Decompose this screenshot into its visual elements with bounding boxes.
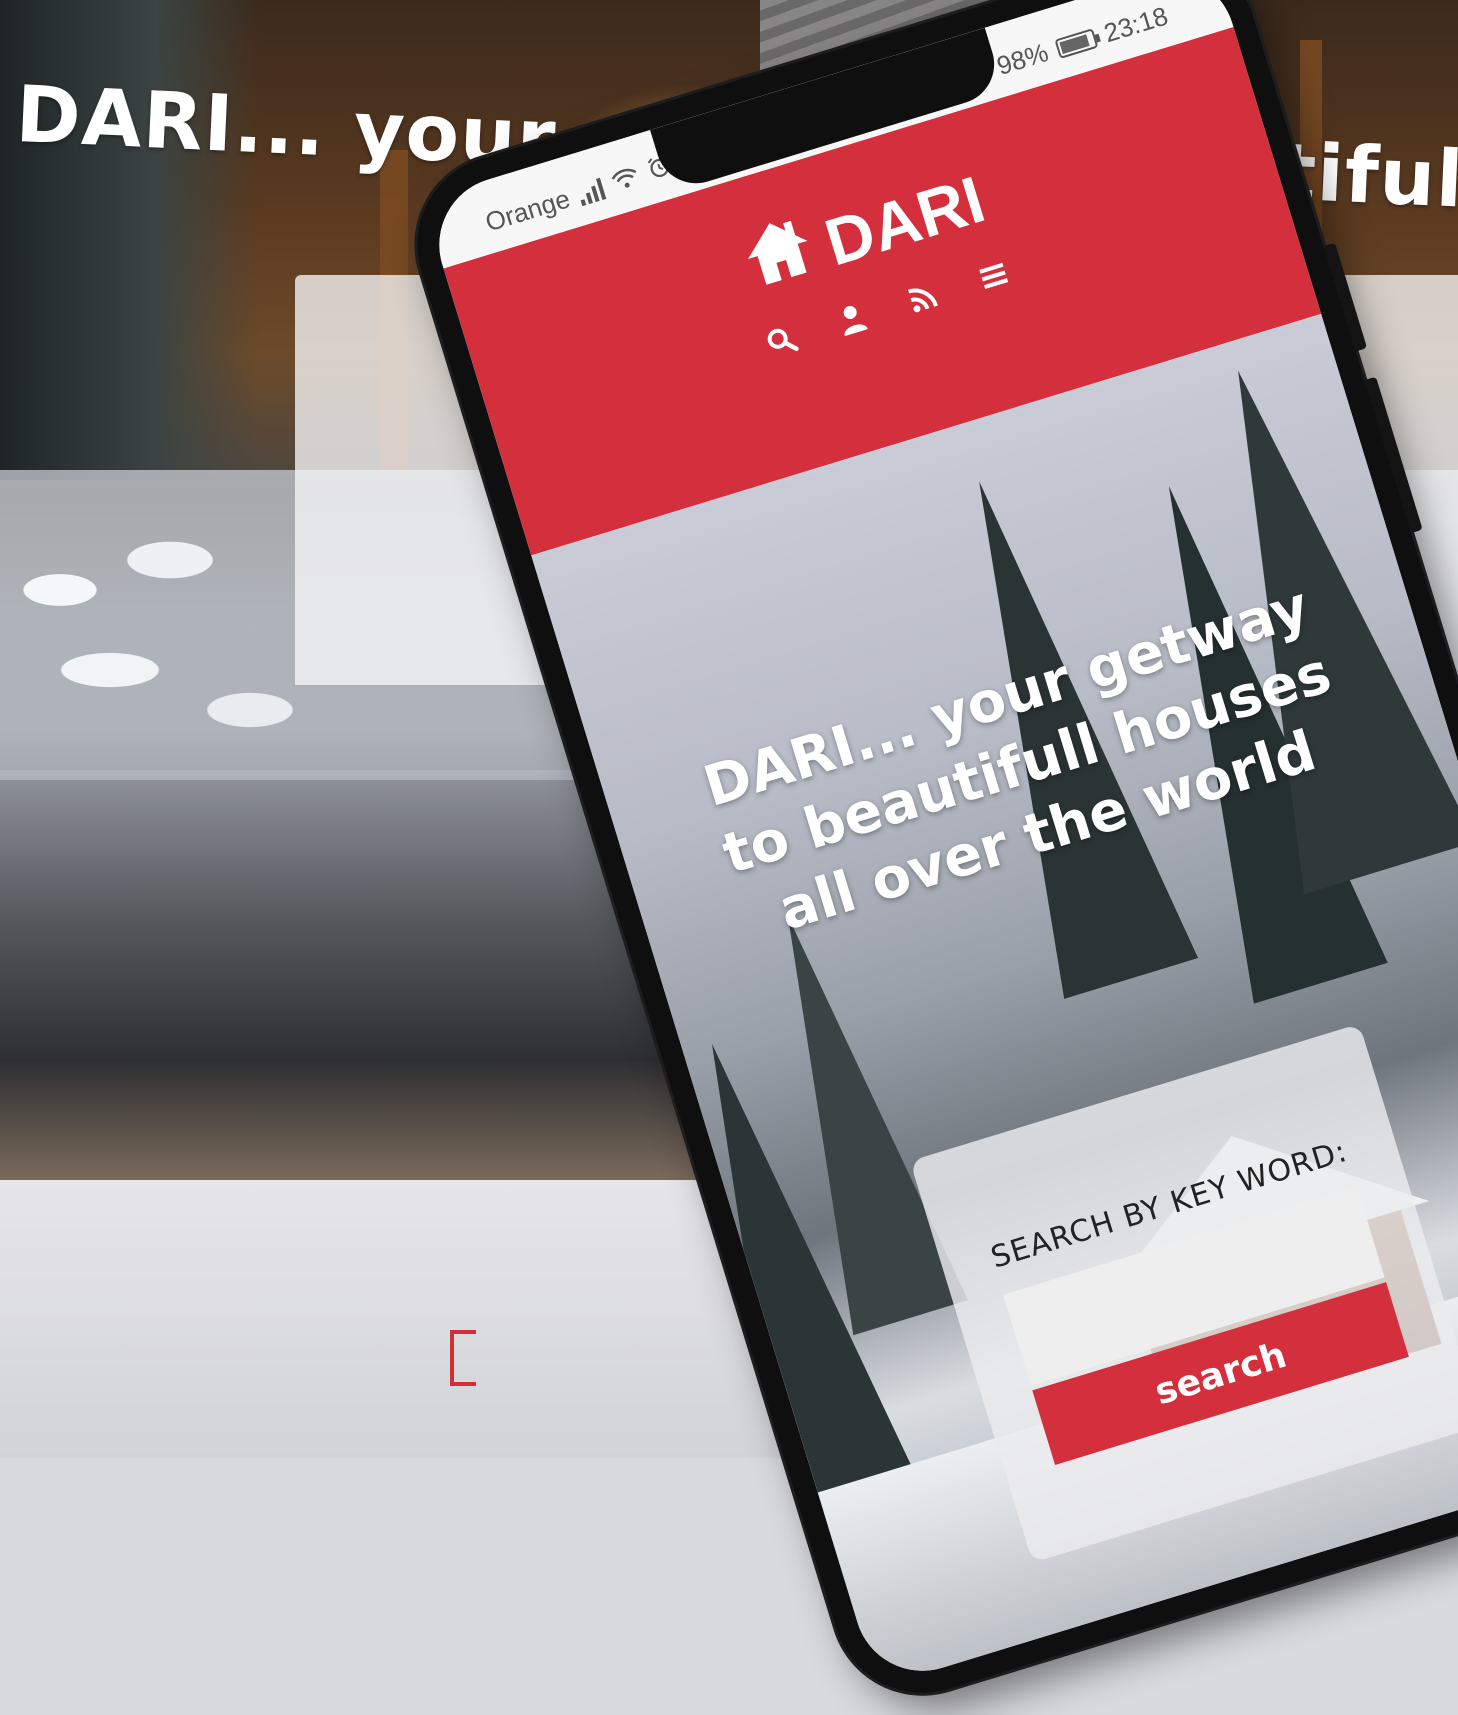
background-red-corner	[450, 1330, 476, 1386]
menu-icon[interactable]	[971, 253, 1016, 298]
clock: 23:18	[1100, 0, 1172, 49]
signal-icon	[576, 177, 606, 206]
battery-icon	[1054, 27, 1099, 59]
carrier-name: Orange	[481, 183, 574, 238]
house-icon	[735, 209, 826, 307]
wifi-icon	[608, 162, 644, 200]
rss-icon[interactable]	[901, 275, 946, 320]
hero-section: DARI... your getway to beautifull houses…	[531, 313, 1458, 1688]
search-icon[interactable]	[759, 318, 804, 363]
battery-percent: 98%	[993, 37, 1052, 81]
user-icon[interactable]	[830, 297, 875, 342]
brand-name: DARI	[816, 161, 993, 280]
